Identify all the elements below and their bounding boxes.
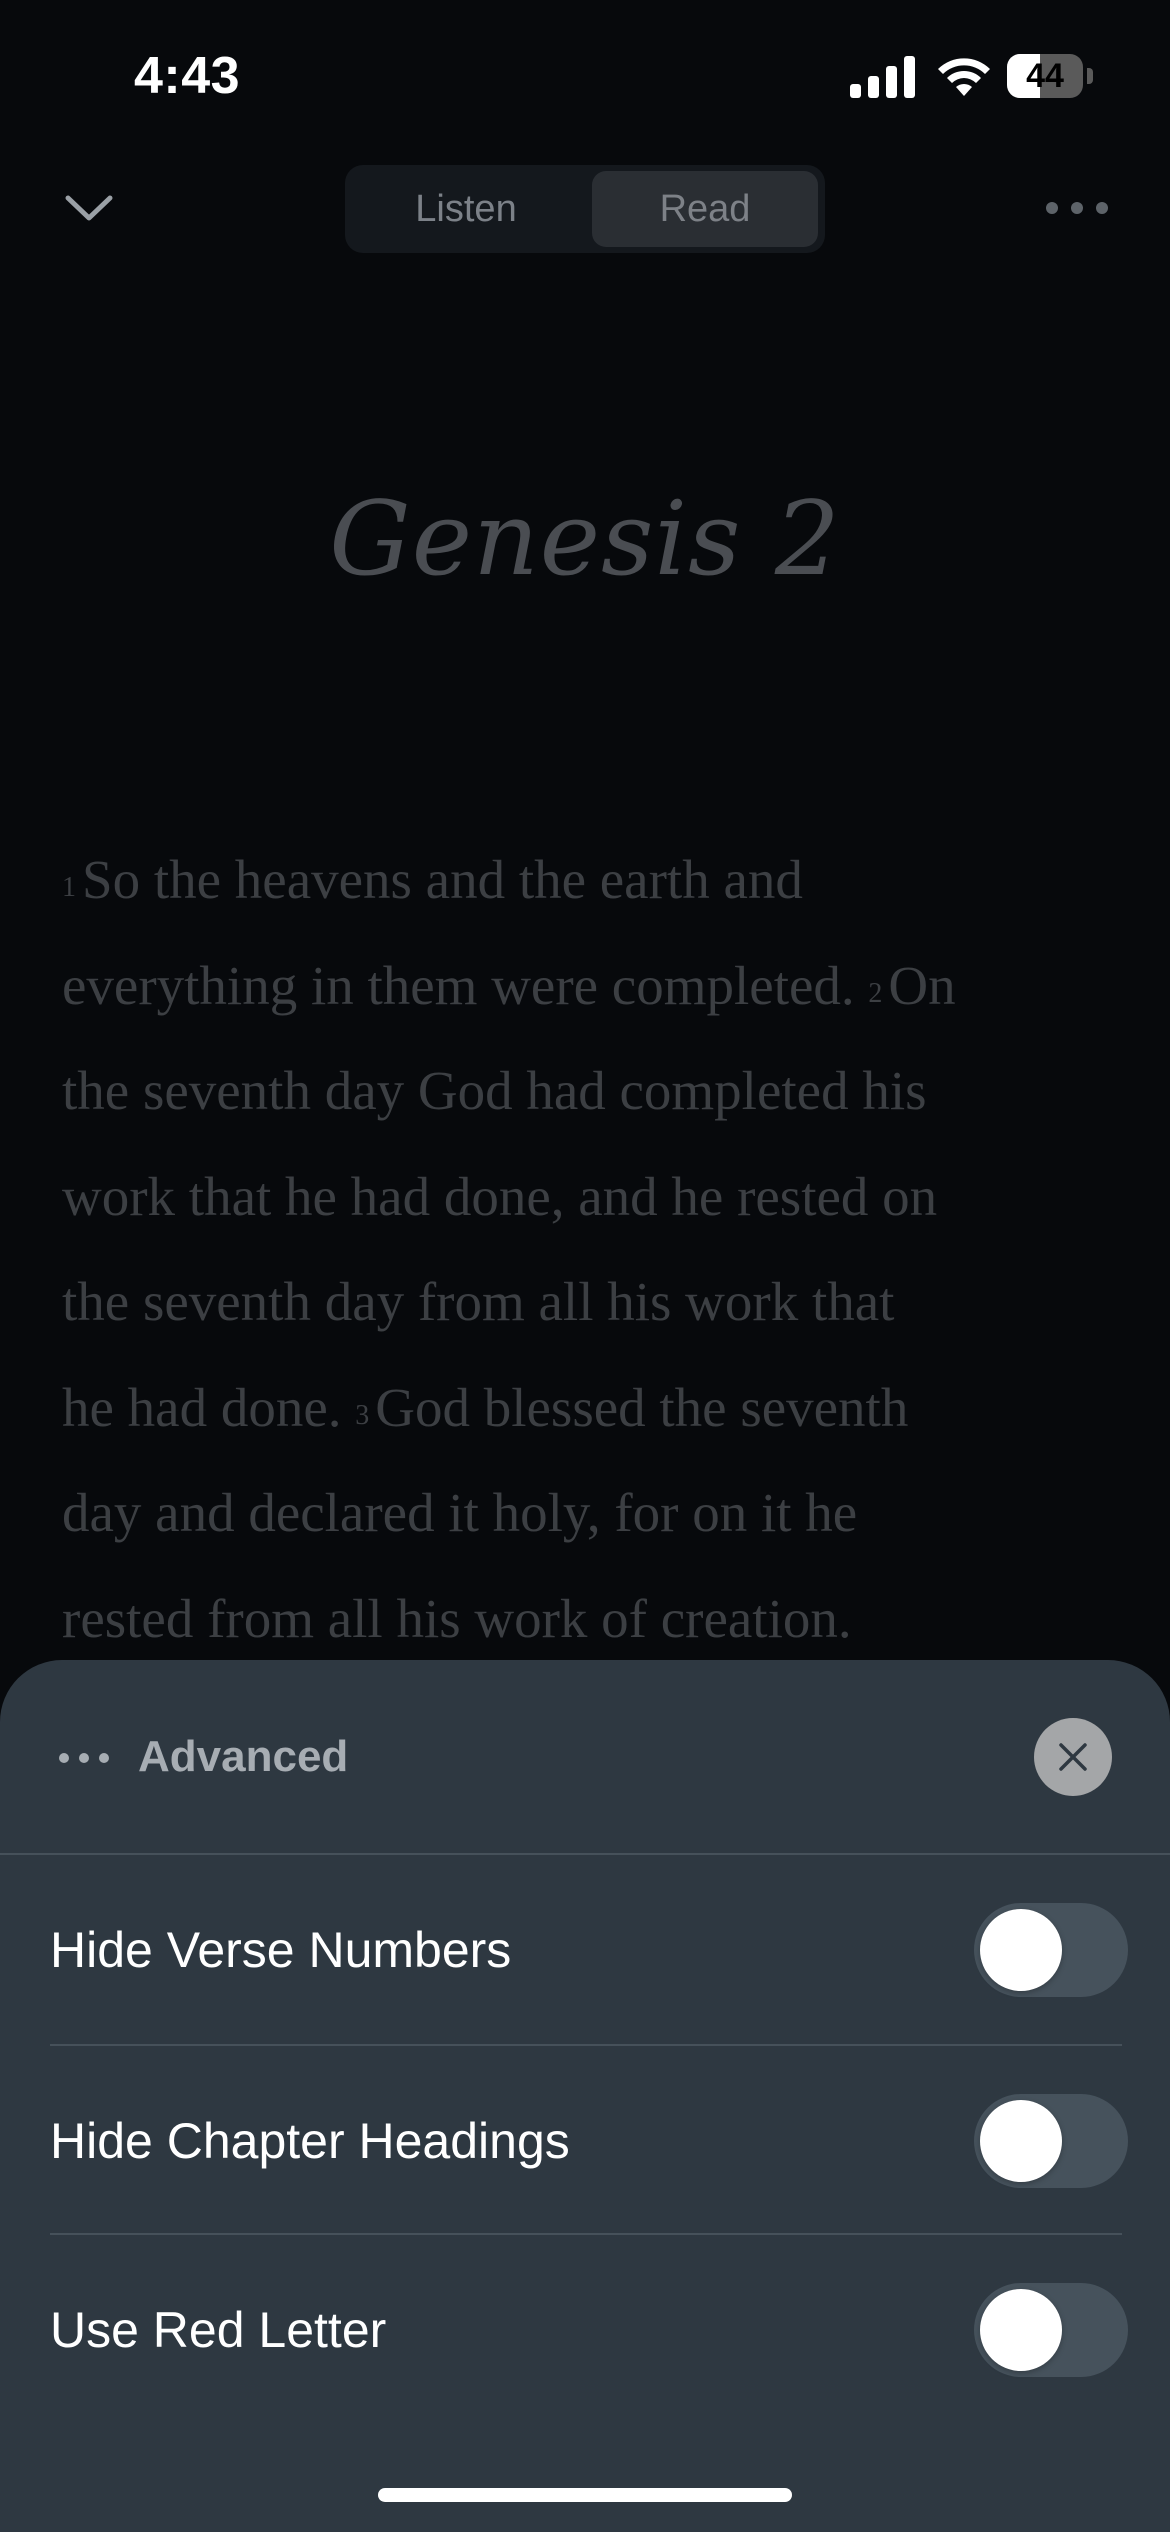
verse-line-text: work that he had done, and he rested on [62, 1165, 938, 1227]
more-horizontal-icon[interactable] [1044, 196, 1110, 220]
wifi-icon [938, 58, 990, 96]
hide-verse-numbers-toggle[interactable] [974, 1903, 1128, 1997]
verse-line: work that he had done, and he rested on [62, 1144, 1122, 1250]
verse-line-text: rested from all his work of creation. [62, 1587, 852, 1649]
dots-icon [59, 1753, 109, 1763]
status-bar: 4:43 44 [0, 0, 1170, 150]
verse-line-text: On [888, 954, 956, 1016]
verse-line: everything in them were completed. 2 On [62, 933, 1122, 1039]
verse-line: the seventh day God had completed his [62, 1038, 1122, 1144]
status-time: 4:43 [134, 47, 241, 105]
verse-line-text: the seventh day God had completed his [62, 1060, 927, 1121]
verse-line-text: God blessed the seventh [375, 1376, 909, 1438]
use-red-letter-toggle[interactable] [974, 2283, 1128, 2377]
setting-label: Use Red Letter [50, 2302, 387, 2358]
verse-line-text: he had done. [62, 1376, 342, 1438]
toggle-knob [980, 2289, 1062, 2371]
sheet-title: Advanced [138, 1732, 349, 1781]
tab-read[interactable]: Read [592, 171, 818, 247]
setting-row-use-red-letter: Use Red Letter [0, 2235, 1170, 2425]
toggle-knob [980, 1909, 1062, 1991]
verse-number: 2 [868, 977, 883, 1009]
verse-line-text: So the heavens and the earth and [82, 849, 803, 910]
toggle-knob [980, 2100, 1062, 2182]
verse-line-text: day and declared it holy, for on it he [62, 1482, 858, 1543]
verse-line: the seventh day from all his work that [62, 1249, 1122, 1355]
verse-line: day and declared it holy, for on it he [62, 1460, 1122, 1566]
chapter-title: Genesis 2 [329, 480, 841, 599]
setting-label: Hide Verse Numbers [50, 1922, 512, 1978]
sheet-header: Advanced [0, 1660, 1170, 1854]
battery-level: 44 [1026, 57, 1064, 95]
verse-line: he had done. 3 God blessed the seventh [62, 1355, 1122, 1461]
verse-number: 1 [62, 872, 76, 903]
hide-chapter-headings-toggle[interactable] [974, 2094, 1128, 2188]
verse-line-text: the seventh day from all his work that [62, 1271, 895, 1332]
close-button[interactable] [1034, 1718, 1112, 1796]
verse-line: rested from all his work of creation. [62, 1566, 1122, 1672]
setting-row-hide-chapter-headings: Hide Chapter Headings [0, 2046, 1170, 2236]
setting-label: Hide Chapter Headings [50, 2113, 570, 2169]
home-indicator[interactable] [378, 2488, 792, 2502]
advanced-settings-sheet: Advanced Hide Verse Numbers Hide Chapter… [0, 1660, 1170, 2532]
close-icon [1059, 1743, 1087, 1771]
battery-icon: 44 [1007, 54, 1093, 98]
verse-text: 1 So the heavens and the earth and everyt… [62, 827, 1122, 1671]
verse-line: 1 So the heavens and the earth and [62, 827, 1122, 933]
chevron-down-icon[interactable] [62, 186, 116, 230]
tab-listen[interactable]: Listen [353, 171, 579, 247]
verse-line-text: everything in them were completed. [62, 954, 855, 1016]
cellular-signal-icon [850, 56, 915, 98]
verse-number: 3 [355, 1399, 370, 1431]
setting-row-hide-verse-numbers: Hide Verse Numbers [0, 1855, 1170, 2045]
listen-read-toggle: Listen Read [345, 165, 825, 253]
